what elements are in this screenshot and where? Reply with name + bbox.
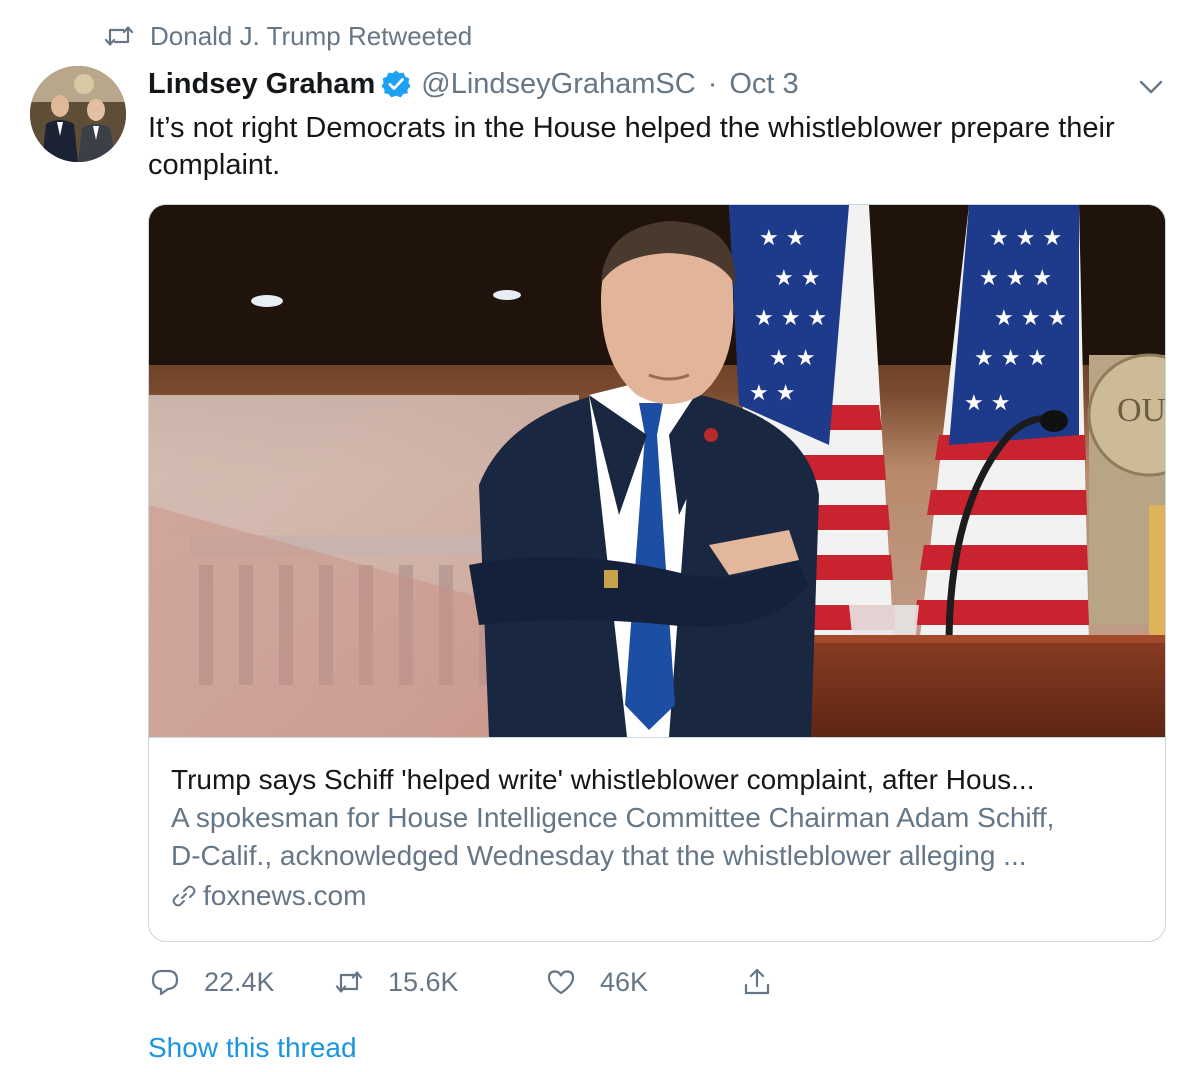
retweet-button[interactable]: 15.6K [334,967,546,998]
tweet-date[interactable]: Oct 3 [729,68,798,101]
like-button[interactable]: 46K [546,967,742,998]
reply-button[interactable]: 22.4K [150,967,334,998]
separator-dot: · [707,67,718,100]
avatar-photo [30,66,126,162]
svg-text:★ ★: ★ ★ [774,266,820,291]
retweet-icon [104,26,134,46]
show-thread-link[interactable]: Show this thread [148,1032,357,1064]
retweet-count: 15.6K [388,966,459,997]
reply-count: 22.4K [204,966,275,997]
svg-text:★ ★: ★ ★ [964,391,1010,416]
svg-text:★ ★ ★: ★ ★ ★ [974,346,1047,371]
svg-text:★ ★: ★ ★ [759,226,805,251]
svg-text:★ ★: ★ ★ [769,346,815,371]
svg-text:★ ★ ★: ★ ★ ★ [979,266,1052,291]
author-name[interactable]: Lindsey Graham [148,68,375,101]
svg-text:★ ★ ★: ★ ★ ★ [754,306,827,331]
link-icon [172,885,196,907]
card-description-line-1: A spokesman for House Intelligence Commi… [171,802,1055,833]
tweet-text: It’s not right Democrats in the House he… [148,112,1115,181]
retweet-banner-text[interactable]: Donald J. Trump Retweeted [150,21,472,52]
retweet-icon [335,971,363,993]
card-domain[interactable]: foxnews.com [171,877,1146,915]
verified-badge-icon [381,70,411,98]
like-count: 46K [600,966,649,997]
link-card[interactable]: OU ★ ★ ★ ★ ★ ★ ★ ★ ★ ★ ★ ★ ★ ★ ★ ★ ★ ★ ★… [148,204,1166,942]
heart-icon [547,970,575,995]
svg-text:★ ★ ★: ★ ★ ★ [994,306,1067,331]
card-image[interactable]: OU ★ ★ ★ ★ ★ ★ ★ ★ ★ ★ ★ ★ ★ ★ ★ ★ ★ ★ ★… [149,205,1165,738]
chevron-down-icon[interactable] [1136,72,1166,102]
avatar[interactable] [30,66,126,162]
seal-text: OU [1117,392,1165,429]
card-title[interactable]: Trump says Schiff 'helped write' whistle… [171,761,1146,799]
author-handle[interactable]: @LindseyGrahamSC [421,68,695,101]
card-description-line-2: D-Calif., acknowledged Wednesday that th… [171,840,1027,871]
tweet-header: Lindsey Graham @LindseyGrahamSC · Oct 3 [148,64,799,104]
card-text: Trump says Schiff 'helped write' whistle… [171,761,1146,915]
card-domain-text: foxnews.com [203,880,367,911]
share-icon [744,968,770,995]
reply-icon [151,969,179,996]
retweet-banner: Donald J. Trump Retweeted [104,18,472,54]
svg-text:★ ★ ★: ★ ★ ★ [989,226,1062,251]
tweet-actions: 22.4K 15.6K 46K [150,962,772,1002]
svg-text:★ ★: ★ ★ [749,381,795,406]
share-button[interactable] [742,967,772,997]
